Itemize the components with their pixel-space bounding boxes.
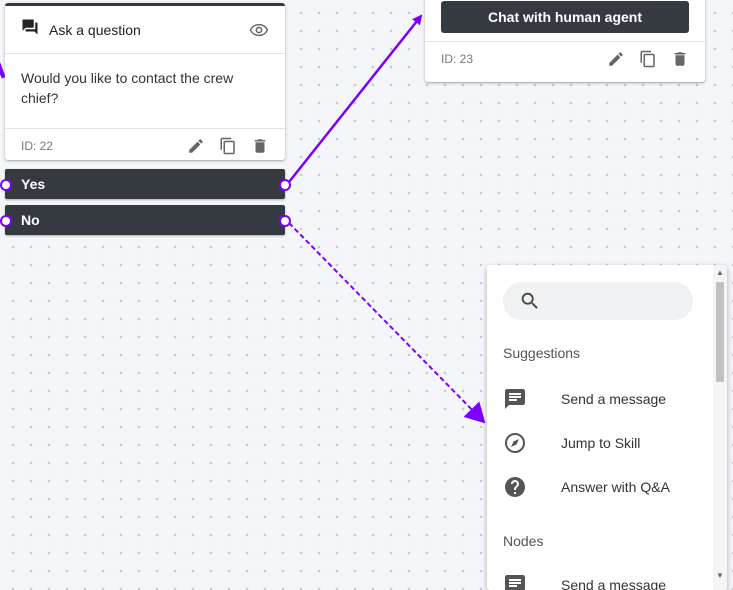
compass-icon xyxy=(503,431,527,455)
answer-label: No xyxy=(21,212,40,228)
no-output-port[interactable] xyxy=(279,215,291,227)
suggestion-send-message[interactable]: Send a message xyxy=(503,387,666,411)
edit-pencil-icon[interactable] xyxy=(607,50,625,68)
preview-eye-icon[interactable] xyxy=(249,20,269,40)
suggestion-label: Answer with Q&A xyxy=(561,479,670,495)
scroll-down-icon[interactable]: ▼ xyxy=(716,571,724,580)
action-node-card[interactable]: Chat with human agent ID: 23 xyxy=(425,0,705,82)
answer-label: Yes xyxy=(21,176,46,192)
node-search-input[interactable] xyxy=(503,282,693,320)
chat-with-human-agent-button[interactable]: Chat with human agent xyxy=(441,1,689,33)
yes-input-port[interactable] xyxy=(0,179,12,191)
suggestion-jump-to-skill[interactable]: Jump to Skill xyxy=(503,431,640,455)
message-icon xyxy=(503,387,527,411)
nodes-heading: Nodes xyxy=(503,533,544,549)
duplicate-copy-icon[interactable] xyxy=(219,137,237,155)
suggestions-heading: Suggestions xyxy=(503,345,581,361)
scrollbar-thumb[interactable] xyxy=(716,282,724,382)
yes-output-port[interactable] xyxy=(279,179,291,191)
search-icon xyxy=(519,290,541,312)
message-icon xyxy=(503,573,527,590)
help-icon xyxy=(503,475,527,499)
scroll-up-icon[interactable]: ▲ xyxy=(716,268,724,277)
delete-trash-icon[interactable] xyxy=(671,50,689,68)
no-input-port[interactable] xyxy=(0,215,12,227)
duplicate-copy-icon[interactable] xyxy=(639,50,657,68)
suggestion-label: Jump to Skill xyxy=(561,435,641,451)
question-node-title: Ask a question xyxy=(49,21,141,38)
node-label: Send a message xyxy=(561,577,667,590)
action-node-footer: ID: 23 xyxy=(425,42,705,76)
question-chat-icon xyxy=(21,18,39,41)
delete-trash-icon[interactable] xyxy=(251,137,269,155)
connector-yes[interactable] xyxy=(288,14,423,183)
edit-pencil-icon[interactable] xyxy=(187,137,205,155)
connector-no-pending[interactable] xyxy=(288,222,486,424)
suggestion-answer-with-qa[interactable]: Answer with Q&A xyxy=(503,475,670,499)
question-node-header: Ask a question xyxy=(5,6,285,54)
action-node-body: Chat with human agent xyxy=(425,0,705,42)
node-id-label: ID: 22 xyxy=(21,139,54,153)
node-picker-panel[interactable]: Suggestions Send a message Jump to Skill… xyxy=(487,265,727,590)
answer-option-no[interactable]: No xyxy=(5,205,285,235)
question-text: Would you like to contact the crew chief… xyxy=(5,54,285,129)
question-node-footer: ID: 22 xyxy=(5,129,285,163)
question-node-card[interactable]: Ask a question Would you like to contact… xyxy=(5,3,285,160)
suggestion-label: Send a message xyxy=(561,391,667,407)
picker-scrollbar[interactable]: ▲ ▼ xyxy=(713,265,727,590)
node-send-message[interactable]: Send a message xyxy=(503,573,666,590)
node-id-label: ID: 23 xyxy=(441,52,474,66)
answer-option-yes[interactable]: Yes xyxy=(5,169,285,199)
